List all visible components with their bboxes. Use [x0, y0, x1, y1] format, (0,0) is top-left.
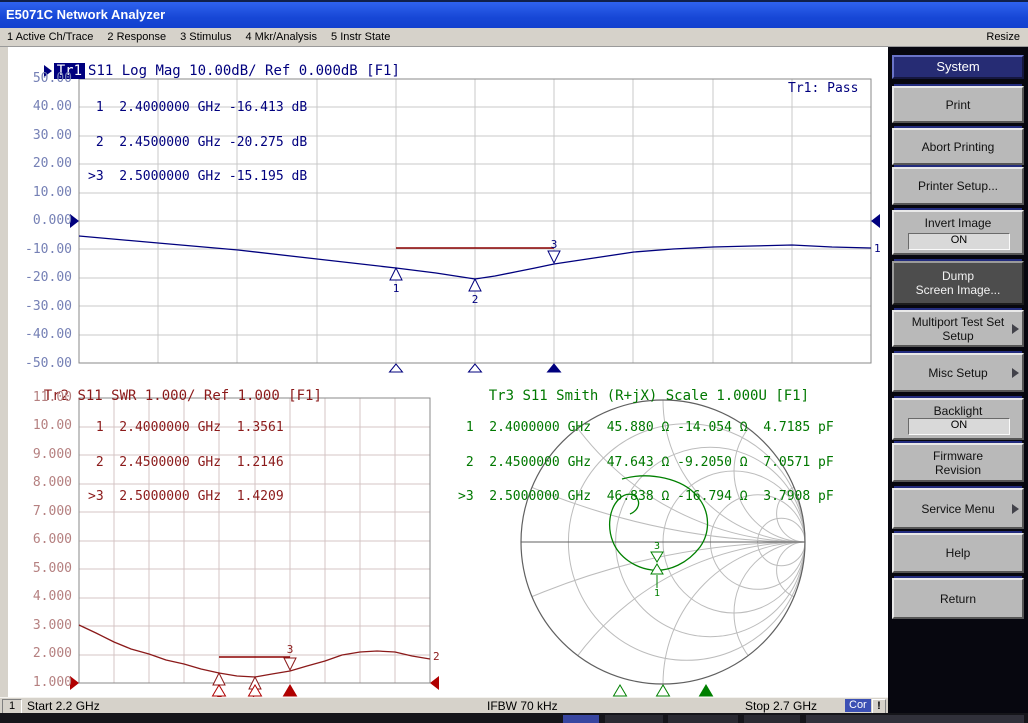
softkey-menu: System Print Abort Printing Printer Setu…	[888, 47, 1028, 713]
multiport-test-set-setup-button[interactable]: Multiport Test Set Setup	[892, 310, 1024, 347]
tr2-ref-arrow-right-icon	[430, 676, 439, 690]
tr3-marker-table: 1 2.4000000 GHz 45.880 Ω -14.054 Ω 4.718…	[458, 399, 834, 526]
tr1-ref-arrow-right-icon	[871, 214, 880, 228]
submenu-arrow-icon	[1012, 368, 1019, 378]
menu-stimulus[interactable]: 3 Stimulus	[180, 31, 231, 43]
abort-printing-button[interactable]: Abort Printing	[892, 128, 1024, 165]
svg-text:3: 3	[654, 541, 660, 552]
tr2-trace-end-label: 2	[433, 650, 440, 663]
correction-badge: Cor	[845, 699, 871, 712]
menu-instr-state[interactable]: 5 Instr State	[331, 31, 390, 43]
svg-text:1: 1	[654, 588, 660, 599]
tr2-marker-row-3: >3 2.5000000 GHz 1.4209	[88, 491, 284, 503]
tr1-marker-row-3: >3 2.5000000 GHz -15.195 dB	[88, 171, 307, 183]
invert-image-state: ON	[908, 233, 1010, 250]
tr2-marker-row-2: 2 2.4500000 GHz 1.2146	[88, 457, 284, 469]
instrument-screen: E5071C Network Analyzer 1 Active Ch/Trac…	[0, 0, 1028, 723]
svg-text:1: 1	[393, 282, 400, 295]
invert-image-label: Invert Image	[925, 216, 992, 230]
dump-label-line1: Dump	[942, 269, 974, 283]
invert-image-button[interactable]: Invert Image ON	[892, 210, 1024, 255]
misc-setup-label: Misc Setup	[928, 366, 987, 380]
tr2-y-axis-ticks: 11.00 10.00 9.000 8.000 7.000 6.000 5.00…	[0, 384, 72, 697]
multiport-label-line1: Multiport Test Set	[912, 315, 1004, 329]
tr2-marker-row-1: 1 2.4000000 GHz 1.3561	[88, 422, 284, 434]
help-button[interactable]: Help	[892, 533, 1024, 573]
start-frequency: Start 2.2 GHz	[27, 699, 100, 713]
submenu-arrow-icon	[1012, 504, 1019, 514]
tr1-header-text: S11 Log Mag 10.00dB/ Ref 0.000dB [F1]	[88, 63, 400, 79]
multiport-label-line2: Setup	[942, 329, 973, 343]
dump-screen-image-button[interactable]: Dump Screen Image...	[892, 261, 1024, 305]
tr1-marker-row-2: 2 2.4500000 GHz -20.275 dB	[88, 137, 307, 149]
misc-setup-button[interactable]: Misc Setup	[892, 353, 1024, 392]
menu-mkr-analysis[interactable]: 4 Mkr/Analysis	[245, 31, 317, 43]
svg-text:3: 3	[287, 643, 294, 656]
service-menu-button[interactable]: Service Menu	[892, 488, 1024, 529]
return-button[interactable]: Return	[892, 578, 1024, 619]
window-title: E5071C Network Analyzer	[6, 7, 165, 22]
service-menu-label: Service Menu	[921, 502, 994, 516]
backlight-state: ON	[908, 418, 1010, 435]
status-bar: 1 Start 2.2 GHz IFBW 70 kHz Stop 2.7 GHz…	[0, 697, 888, 713]
tr1-limit-test-status: Tr1: Pass	[788, 81, 858, 96]
svg-text:2: 2	[472, 293, 479, 306]
backlight-label: Backlight	[934, 404, 983, 418]
firmware-label-line2: Revision	[935, 463, 981, 477]
submenu-arrow-icon	[1012, 324, 1019, 334]
stop-frequency: Stop 2.7 GHz	[745, 699, 817, 713]
menu-active-ch-trace[interactable]: 1 Active Ch/Trace	[7, 31, 93, 43]
print-button[interactable]: Print	[892, 86, 1024, 123]
bottom-strip-fragment	[563, 715, 599, 723]
bottom-strip-fragment	[668, 715, 738, 723]
tr3-marker-row-2: 2 2.4500000 GHz 47.643 Ω -9.2050 Ω 7.057…	[458, 457, 834, 469]
tr1-marker-3[interactable]: 3	[548, 238, 560, 263]
bottom-edge-strip	[0, 713, 1028, 723]
tr1-y-axis-ticks: 50.00 40.00 30.00 20.00 10.00 0.000 -10.…	[0, 65, 72, 378]
menu-bar: 1 Active Ch/Trace 2 Response 3 Stimulus …	[0, 28, 1028, 47]
tr1-marker-1[interactable]: 1	[390, 268, 402, 295]
tr2-stimulus-marker-icons	[213, 685, 297, 696]
channel-number-box: 1	[2, 699, 22, 714]
backlight-button[interactable]: Backlight ON	[892, 398, 1024, 440]
bottom-strip-fragment	[744, 715, 800, 723]
resize-button[interactable]: Resize	[986, 31, 1020, 43]
tr1-stimulus-marker-icons	[390, 364, 561, 372]
bottom-strip-fragment	[605, 715, 663, 723]
tr1-trace-end-label: 1	[874, 242, 881, 255]
menu-response[interactable]: 2 Response	[107, 31, 166, 43]
window-title-bar: E5071C Network Analyzer	[0, 0, 1028, 28]
dump-label-line2: Screen Image...	[916, 283, 1001, 297]
printer-setup-button[interactable]: Printer Setup...	[892, 167, 1024, 205]
firmware-revision-button[interactable]: Firmware Revision	[892, 443, 1024, 482]
ifbw-value: IFBW 70 kHz	[487, 699, 558, 713]
bottom-strip-fragment	[806, 715, 1024, 723]
tr1-marker-table: 1 2.4000000 GHz -16.413 dB 2 2.4500000 G…	[88, 79, 307, 206]
svg-text:3: 3	[551, 238, 558, 251]
tr3-stimulus-marker-icons	[614, 685, 713, 696]
tr1-marker-2[interactable]: 2	[469, 279, 481, 306]
firmware-label-line1: Firmware	[933, 449, 983, 463]
tr3-marker-row-1: 1 2.4000000 GHz 45.880 Ω -14.054 Ω 4.718…	[458, 422, 834, 434]
tr1-marker-row-1: 1 2.4000000 GHz -16.413 dB	[88, 102, 307, 114]
tr2-marker-table: 1 2.4000000 GHz 1.3561 2 2.4500000 GHz 1…	[88, 399, 284, 526]
softkey-menu-title: System	[892, 55, 1024, 79]
alert-indicator: !	[872, 699, 886, 714]
tr3-marker-row-3: >3 2.5000000 GHz 46.838 Ω -16.794 Ω 3.79…	[458, 491, 834, 503]
